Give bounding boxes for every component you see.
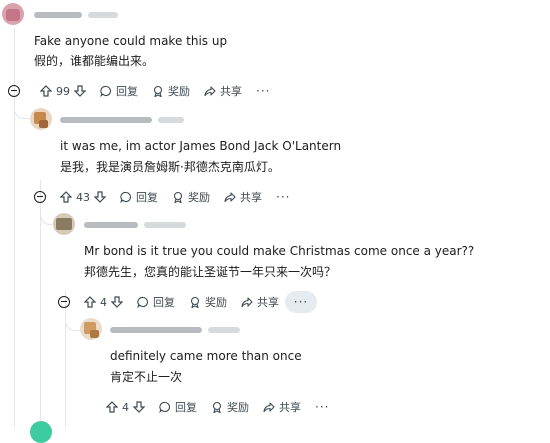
thread-branch [14,104,29,119]
reply-button[interactable]: 回复 [137,294,175,310]
vote-count: 4 [100,295,107,309]
share-button[interactable]: 共享 [263,399,301,415]
comment-actions: 4 回复 奖励 共享 ··· [58,291,331,313]
more-options-button[interactable]: ··· [256,84,270,98]
reply-icon [100,85,112,97]
award-icon [190,296,200,308]
collapse-button[interactable] [34,191,46,203]
vote-control: 4 [84,296,123,309]
share-icon [204,86,216,97]
vote-count: 43 [76,190,90,204]
award-button[interactable]: 奖励 [211,399,249,415]
timestamp-redacted [144,222,186,228]
avatar[interactable] [30,108,52,130]
comment-actions: 4 回复 奖励 共享 ··· [106,398,343,416]
share-icon [241,297,253,308]
more-icon: ··· [315,400,330,414]
reply-icon [159,401,171,413]
more-options-button[interactable]: ··· [315,400,329,414]
timestamp-redacted [208,327,240,333]
reply-button[interactable]: 回复 [100,83,138,99]
timestamp-redacted [88,12,118,18]
more-icon: ··· [276,190,291,204]
avatar[interactable] [80,318,102,340]
more-icon: ··· [256,84,271,98]
share-icon [224,192,236,203]
share-button[interactable]: 共享 [224,189,262,205]
reply-icon [137,296,149,308]
share-button[interactable]: 共享 [204,83,242,99]
vote-count: 99 [56,84,70,98]
comment-body-zh: 假的，谁都能编出来。 [34,54,155,68]
upvote-icon[interactable] [40,85,52,97]
comment-actions: 43 回复 奖励 共享 ··· [34,188,304,206]
reply-icon [120,191,132,203]
upvote-icon[interactable] [106,401,118,413]
avatar[interactable] [30,421,52,443]
downvote-icon[interactable] [74,85,86,97]
award-icon [153,85,163,97]
more-options-button[interactable]: ··· [276,190,290,204]
vote-control: 43 [60,191,106,204]
avatar[interactable] [2,3,24,25]
username-redacted[interactable] [34,12,82,18]
username-redacted[interactable] [110,327,202,333]
comment-body-zh: 是我，我是演员詹姆斯·邦德杰克南瓜灯。 [60,160,280,174]
comment-body-en: Mr bond is it true you could make Christ… [84,244,475,258]
upvote-icon[interactable] [60,191,72,203]
vote-count: 4 [122,400,129,414]
collapse-icon [8,85,20,97]
more-options-button[interactable]: ··· [285,291,317,313]
comment-body-zh: 肯定不止一次 [110,370,183,384]
username-redacted[interactable] [60,117,152,123]
reply-button[interactable]: 回复 [159,399,197,415]
collapse-button[interactable] [58,296,70,308]
downvote-icon[interactable] [133,401,145,413]
comment-body-en: definitely came more than once [110,349,302,363]
share-icon [263,402,275,413]
award-button[interactable]: 奖励 [152,83,190,99]
award-button[interactable]: 奖励 [189,294,227,310]
upvote-icon[interactable] [84,296,96,308]
avatar[interactable] [53,213,75,235]
downvote-icon[interactable] [94,191,106,203]
reply-button[interactable]: 回复 [120,189,158,205]
collapse-button[interactable] [8,85,20,97]
comment-actions: 99 回复 奖励 共享 ··· [8,82,284,100]
collapse-icon [34,191,46,203]
comment-body-en: Fake anyone could make this up [34,34,228,48]
vote-control: 4 [106,401,145,414]
downvote-icon[interactable] [111,296,123,308]
award-icon [212,401,222,413]
vote-control: 99 [40,85,86,98]
share-button[interactable]: 共享 [241,294,279,310]
thread-branch [65,316,80,331]
username-redacted[interactable] [84,222,138,228]
award-icon [173,191,183,203]
award-button[interactable]: 奖励 [172,189,210,205]
collapse-icon [58,296,70,308]
comment-body-en: it was me, im actor James Bond Jack O'La… [60,139,342,153]
more-icon: ··· [293,295,309,309]
timestamp-redacted [158,117,184,123]
comment-body-zh: 邦德先生，您真的能让圣诞节一年只来一次吗？ [84,265,337,279]
